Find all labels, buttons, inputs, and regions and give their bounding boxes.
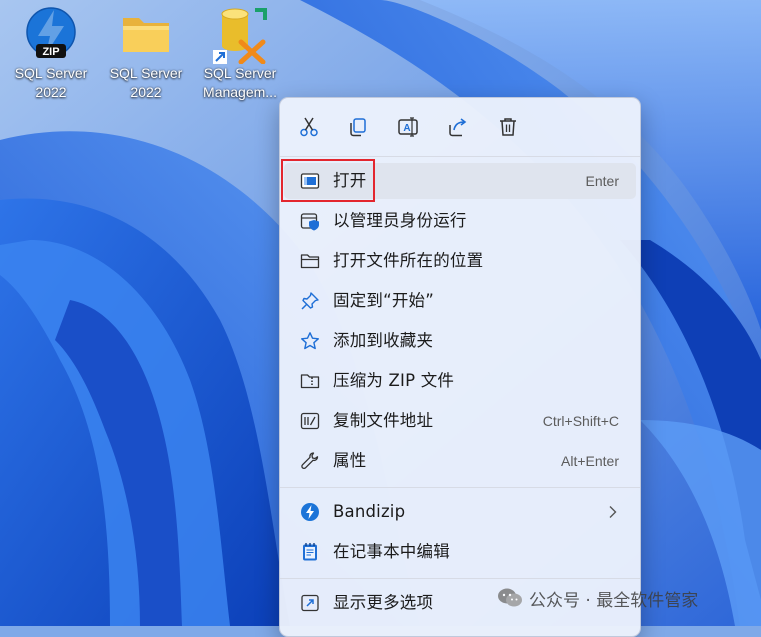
menu-item-label: 固定到“开始” <box>333 291 434 310</box>
menu-item-shortcut: Ctrl+Shift+C <box>542 413 619 429</box>
menu-item-properties[interactable]: 属性 Alt+Enter <box>284 443 636 479</box>
open-window-icon <box>300 173 320 189</box>
desktop-icon-label-3: SQL Server Managem... <box>203 65 277 100</box>
copy-path-icon <box>300 412 320 430</box>
menu-item-label: 复制文件地址 <box>333 411 434 430</box>
desktop-icon-sql-server-folder[interactable]: SQL Server 2022 <box>102 6 190 110</box>
chevron-right-icon <box>609 506 617 518</box>
context-menu-quick-actions: A <box>280 98 640 156</box>
copy-button[interactable] <box>341 111 375 143</box>
menu-item-label: 以管理员身份运行 <box>333 211 467 230</box>
menu-item-label: 压缩为 ZIP 文件 <box>333 371 455 390</box>
desktop-icon-label-1: SQL Server 2022 <box>14 65 88 100</box>
menu-separator <box>280 487 640 488</box>
menu-item-compress-zip[interactable]: 压缩为 ZIP 文件 <box>284 363 636 399</box>
bandizip-icon <box>301 503 319 521</box>
desktop-icon-sql-server-management[interactable]: SQL Server Managem... <box>196 6 284 110</box>
star-icon <box>301 332 319 350</box>
notepad-icon <box>303 543 317 561</box>
menu-item-open[interactable]: 打开 Enter <box>284 163 636 199</box>
menu-item-open-file-location[interactable]: 打开文件所在的位置 <box>284 243 636 279</box>
menu-item-edit-in-notepad[interactable]: 在记事本中编辑 <box>284 534 636 570</box>
menu-separator <box>280 578 640 579</box>
menu-item-add-to-favorites[interactable]: 添加到收藏夹 <box>284 323 636 359</box>
menu-item-label: 属性 <box>333 451 367 470</box>
copy-icon <box>350 118 366 137</box>
context-menu: A 打开 Enter 以管理员身份运行 打开文件所在的位置 固定到“开始” 添加… <box>279 97 641 637</box>
cut-button[interactable] <box>292 111 326 143</box>
admin-shield-icon <box>300 213 319 231</box>
share-icon <box>449 118 467 137</box>
menu-item-pin-to-start[interactable]: 固定到“开始” <box>284 283 636 319</box>
wrench-icon <box>301 452 319 470</box>
show-more-icon <box>301 594 319 612</box>
folder-icon <box>119 6 173 60</box>
menu-item-label: 打开文件所在的位置 <box>333 251 484 270</box>
rename-button[interactable]: A <box>391 111 425 143</box>
menu-item-shortcut: Alt+Enter <box>561 453 619 469</box>
desktop-icon-sql-server-zip[interactable]: ZIP SQL Server 2022 <box>7 6 95 110</box>
menu-item-bandizip[interactable]: Bandizip <box>284 494 636 530</box>
menu-item-label: 添加到收藏夹 <box>333 331 434 350</box>
menu-item-label: Bandizip <box>333 502 406 521</box>
menu-item-label: 打开 <box>333 171 367 190</box>
menu-item-label: 显示更多选项 <box>333 593 434 612</box>
delete-button[interactable] <box>491 111 525 143</box>
pin-icon <box>301 292 319 310</box>
watermark-text: 公众号 · 最全软件管家 <box>529 590 699 611</box>
database-tools-icon <box>213 6 267 65</box>
wechat-icon <box>498 588 522 607</box>
zip-folder-icon <box>300 374 320 389</box>
share-button[interactable] <box>441 111 475 143</box>
menu-separator <box>280 156 640 157</box>
menu-item-label: 在记事本中编辑 <box>333 542 450 561</box>
svg-text:ZIP: ZIP <box>42 46 59 58</box>
rename-icon: A <box>398 117 418 137</box>
menu-item-run-as-admin[interactable]: 以管理员身份运行 <box>284 203 636 239</box>
trash-icon <box>500 118 516 136</box>
scissors-icon <box>300 117 318 137</box>
svg-text:A: A <box>403 123 410 134</box>
menu-item-shortcut: Enter <box>585 173 619 189</box>
menu-item-copy-path[interactable]: 复制文件地址 Ctrl+Shift+C <box>284 403 636 439</box>
zip-archive-icon: ZIP <box>24 6 78 60</box>
desktop-icon-label-2: SQL Server 2022 <box>109 65 183 100</box>
folder-outline-icon <box>300 254 320 269</box>
wechat-watermark: 公众号 · 最全软件管家 <box>497 583 698 613</box>
